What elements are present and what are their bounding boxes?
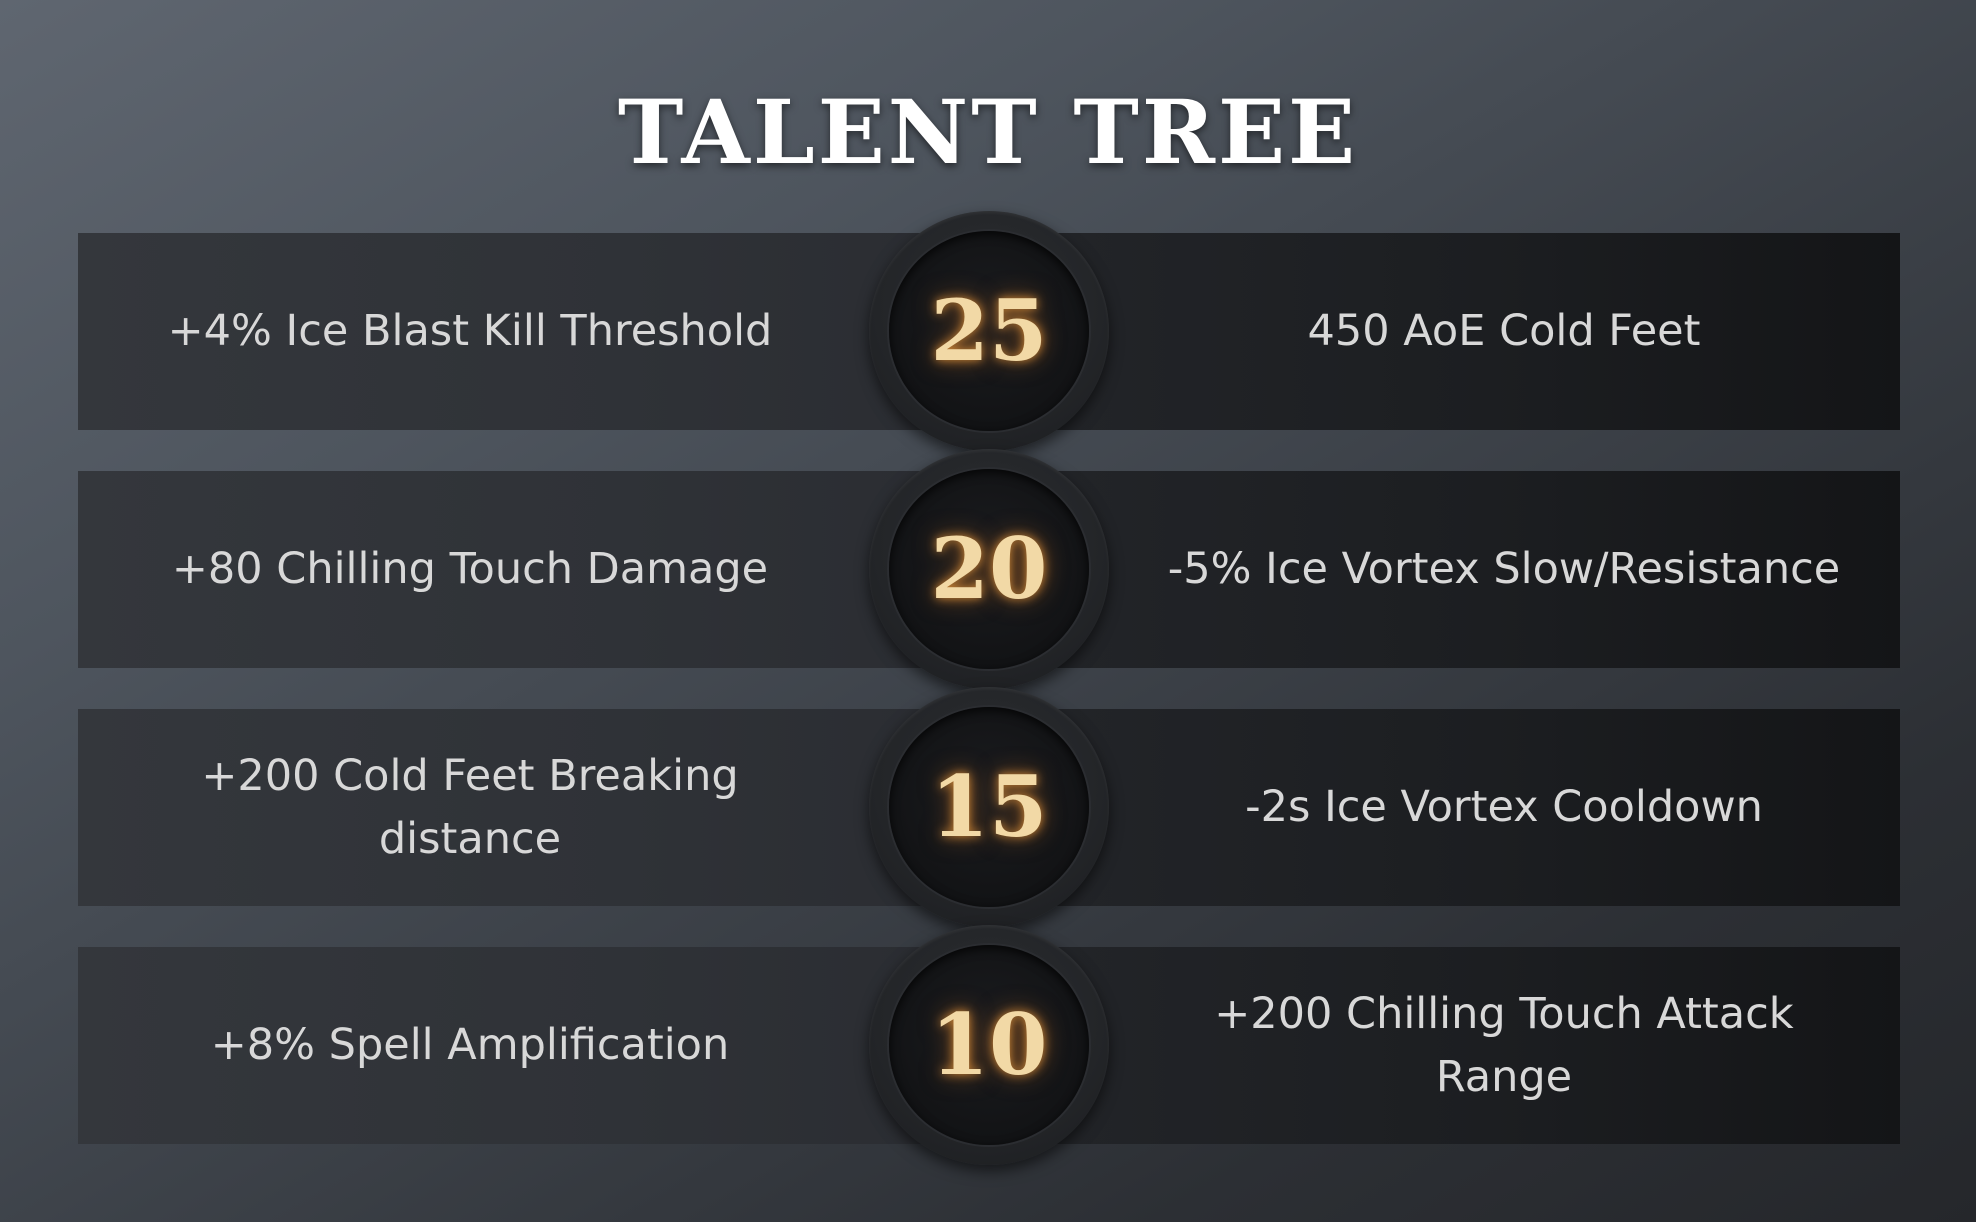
talent-label: +8% Spell Amplification bbox=[210, 1020, 730, 1070]
level-badge: 10 bbox=[869, 925, 1109, 1165]
level-number: 20 bbox=[930, 519, 1048, 618]
talent-tier-15: +200 Cold Feet Breaking distance -2s Ice… bbox=[78, 687, 1900, 927]
talent-option-left[interactable]: +8% Spell Amplification bbox=[78, 947, 988, 1144]
level-number: 10 bbox=[930, 995, 1048, 1094]
level-badge: 20 bbox=[869, 449, 1109, 689]
talent-label: +4% Ice Blast Kill Threshold bbox=[167, 306, 773, 356]
level-number: 25 bbox=[930, 281, 1048, 380]
level-number: 15 bbox=[930, 757, 1048, 856]
talent-tier-10: +8% Spell Amplification +200 Chilling To… bbox=[78, 925, 1900, 1165]
talent-tier-25: +4% Ice Blast Kill Threshold 450 AoE Col… bbox=[78, 211, 1900, 451]
talent-option-right[interactable]: -2s Ice Vortex Cooldown bbox=[988, 709, 1900, 906]
talent-label: -5% Ice Vortex Slow/Resistance bbox=[1167, 544, 1841, 594]
talent-label: +80 Chilling Touch Damage bbox=[171, 544, 769, 594]
talent-label: +200 Cold Feet Breaking distance bbox=[201, 750, 739, 864]
talent-option-right[interactable]: -5% Ice Vortex Slow/Resistance bbox=[988, 471, 1900, 668]
talent-option-left[interactable]: +4% Ice Blast Kill Threshold bbox=[78, 233, 988, 430]
talent-option-left[interactable]: +80 Chilling Touch Damage bbox=[78, 471, 988, 668]
talent-label: -2s Ice Vortex Cooldown bbox=[1245, 782, 1763, 832]
talent-option-right[interactable]: 450 AoE Cold Feet bbox=[988, 233, 1900, 430]
talent-label: 450 AoE Cold Feet bbox=[1307, 306, 1701, 356]
talent-option-left[interactable]: +200 Cold Feet Breaking distance bbox=[78, 709, 988, 906]
level-badge: 15 bbox=[869, 687, 1109, 927]
talent-label: +200 Chilling Touch Attack Range bbox=[1214, 988, 1794, 1102]
page-title: TALENT TREE bbox=[617, 80, 1359, 184]
talent-tier-20: +80 Chilling Touch Damage -5% Ice Vortex… bbox=[78, 449, 1900, 689]
talent-option-right[interactable]: +200 Chilling Touch Attack Range bbox=[988, 947, 1900, 1144]
level-badge: 25 bbox=[869, 211, 1109, 451]
